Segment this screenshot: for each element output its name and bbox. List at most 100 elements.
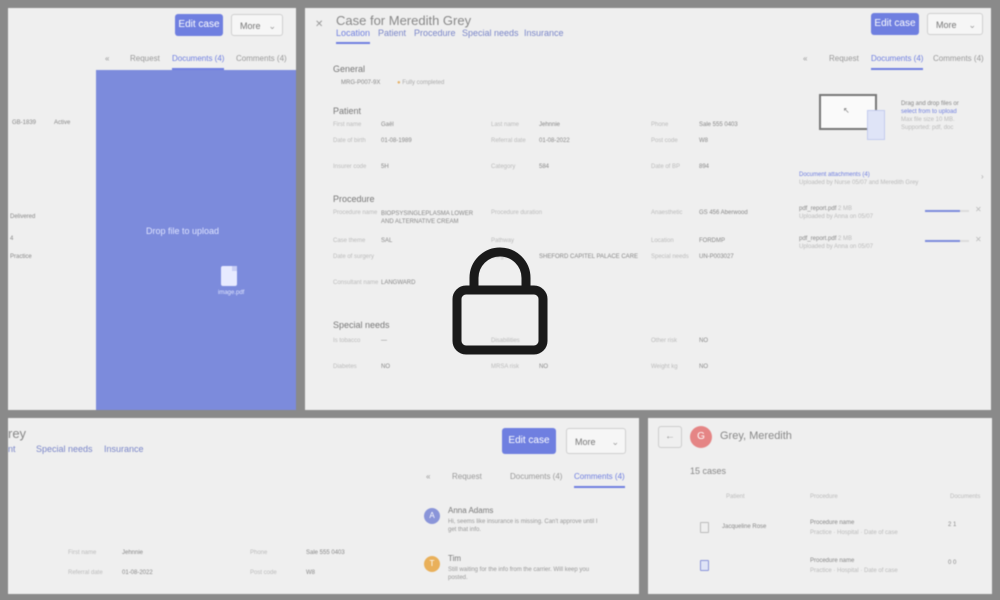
dragged-file-name: image.pdf [218, 290, 245, 296]
left-panel: Edit case More ⌄ « Request Documents (4)… [8, 8, 296, 410]
general-section-title: General [333, 64, 366, 74]
left-value-4: 4 [10, 236, 14, 242]
tab-comments[interactable]: Comments (4) [236, 54, 287, 63]
tab-procedure[interactable]: Procedure [414, 28, 456, 38]
field-value: 01-08-2022 [122, 570, 153, 576]
tab-left-arrow[interactable]: « [803, 54, 807, 63]
field-label: Phone [250, 550, 268, 556]
tab-insurance[interactable]: Insurance [524, 28, 564, 38]
field-value: NO [699, 338, 708, 344]
tab-patient[interactable]: Patient [378, 28, 406, 38]
field-label: Procedure duration [491, 210, 543, 216]
procedure-section-title: Procedure [333, 194, 375, 204]
page-title-fragment: rey [8, 426, 27, 441]
field-label: Post code [250, 570, 277, 576]
special-needs-section-title: Special needs [333, 320, 390, 330]
tab-patient[interactable]: nt [8, 444, 16, 454]
file-name: pdf_report.pdf [799, 236, 837, 242]
field-value: UN-P003027 [699, 254, 734, 260]
tab-location[interactable]: Location [336, 28, 371, 44]
field-label: Category [491, 164, 516, 170]
chevron-down-icon: ⌄ [968, 20, 976, 30]
attachments-link[interactable]: Document attachments (4) [799, 172, 870, 178]
attachments-subtext: Uploaded by Nurse 05/07 and Meredith Gre… [799, 180, 919, 186]
field-value: 894 [699, 164, 710, 170]
tab-request[interactable]: Request [829, 54, 859, 63]
comment-text: Hi, seems like insurance is missing. Can… [448, 519, 598, 533]
file-meta: Uploaded by Anna on 05/07 [799, 214, 874, 220]
tab-special-needs[interactable]: Special needs [36, 444, 93, 454]
field-value: SAL [381, 238, 393, 244]
more-button[interactable]: More ⌄ [566, 428, 626, 454]
drag-text: Drag and drop files or [901, 101, 959, 107]
field-label: Last name [491, 122, 520, 128]
edit-case-button[interactable]: Edit case [871, 13, 919, 35]
tab-insurance[interactable]: Insurance [104, 444, 144, 454]
chevron-down-icon: ⌄ [268, 21, 276, 31]
comment-text: Still waiting for the info from the carr… [448, 567, 590, 581]
field-value: GS 456 Aberwood [699, 210, 748, 216]
close-icon[interactable]: ✕ [975, 205, 982, 214]
field-label: Date of BP [651, 164, 681, 170]
left-value-2: Active [54, 120, 71, 126]
file-row[interactable]: pdf_report.pdf 2 MB [799, 206, 852, 212]
file-progress [925, 210, 969, 212]
field-label: Post code [651, 138, 678, 144]
left-value-3: Delivered [10, 214, 36, 220]
avatar: T [424, 556, 440, 572]
avatar: A [424, 508, 440, 524]
tab-documents[interactable]: Documents (4) [172, 54, 225, 70]
field-value: — [381, 338, 387, 344]
field-value: W8 [699, 138, 708, 144]
field-value: 5H [381, 164, 389, 170]
tab-documents[interactable]: Documents (4) [871, 54, 924, 70]
close-icon[interactable]: ✕ [315, 19, 323, 30]
file-name: pdf_report.pdf [799, 206, 837, 212]
procedure-meta: Practice · Hospital · Date of case [810, 568, 898, 574]
tab-special-needs[interactable]: Special needs [462, 28, 519, 38]
tab-request[interactable]: Request [130, 54, 160, 63]
chevron-right-icon[interactable]: › [981, 172, 984, 181]
field-value: BIOPSYSINGLEPLASMA LOWER AND ALTERNATIVE… [381, 211, 474, 225]
tab-comments[interactable]: Comments (4) [933, 54, 984, 63]
field-label: First name [68, 550, 97, 556]
tab-request[interactable]: Request [452, 472, 482, 481]
patient-name[interactable]: Jacqueline Rose [722, 524, 766, 530]
document-icon [700, 522, 709, 533]
document-counts: 2 1 [948, 522, 957, 528]
file-row[interactable]: pdf_report.pdf 2 MB [799, 236, 852, 242]
column-header: Patient [726, 494, 745, 500]
close-icon[interactable]: ✕ [975, 235, 982, 244]
file-dropzone[interactable]: Drop file to upload image.pdf [96, 70, 296, 410]
upload-hint: Max file size 10 MB. Supported: pdf, doc [901, 117, 955, 131]
case-status: ● Fully completed [397, 80, 444, 86]
field-label: Date of surgery [333, 254, 375, 260]
select-file-link[interactable]: select from to upload [901, 109, 957, 115]
tab-documents[interactable]: Documents (4) [510, 472, 562, 481]
more-button[interactable]: More ⌄ [927, 13, 983, 35]
status-dot-icon: ● [397, 80, 401, 86]
more-label: More [575, 437, 596, 447]
field-label: Location [651, 238, 674, 244]
tab-left-arrow[interactable]: « [105, 54, 109, 63]
more-label: More [936, 20, 957, 30]
column-header: Documents [950, 494, 981, 500]
case-status-text: Fully completed [402, 80, 445, 86]
field-value: FORDMP [699, 238, 725, 244]
edit-case-button[interactable]: Edit case [502, 428, 556, 454]
tab-left-arrow[interactable]: « [426, 472, 430, 481]
tab-comments[interactable]: Comments (4) [574, 472, 625, 488]
cases-count: 15 cases [690, 466, 727, 476]
back-arrow-icon[interactable]: ← [658, 426, 682, 448]
document-icon [700, 560, 709, 571]
field-value: 584 [539, 164, 550, 170]
more-button[interactable]: More ⌄ [231, 14, 283, 36]
field-value: SHEFORD CAPITEL PALACE CARE [539, 254, 639, 260]
field-value: Sale 555 0403 [699, 122, 738, 128]
procedure-name: Procedure name [810, 520, 855, 526]
more-label: More [240, 21, 261, 31]
edit-case-button[interactable]: Edit case [175, 14, 223, 36]
field-value: W8 [306, 570, 315, 576]
document-counts: 0 0 [948, 560, 957, 566]
field-label: Referral date [491, 138, 526, 144]
